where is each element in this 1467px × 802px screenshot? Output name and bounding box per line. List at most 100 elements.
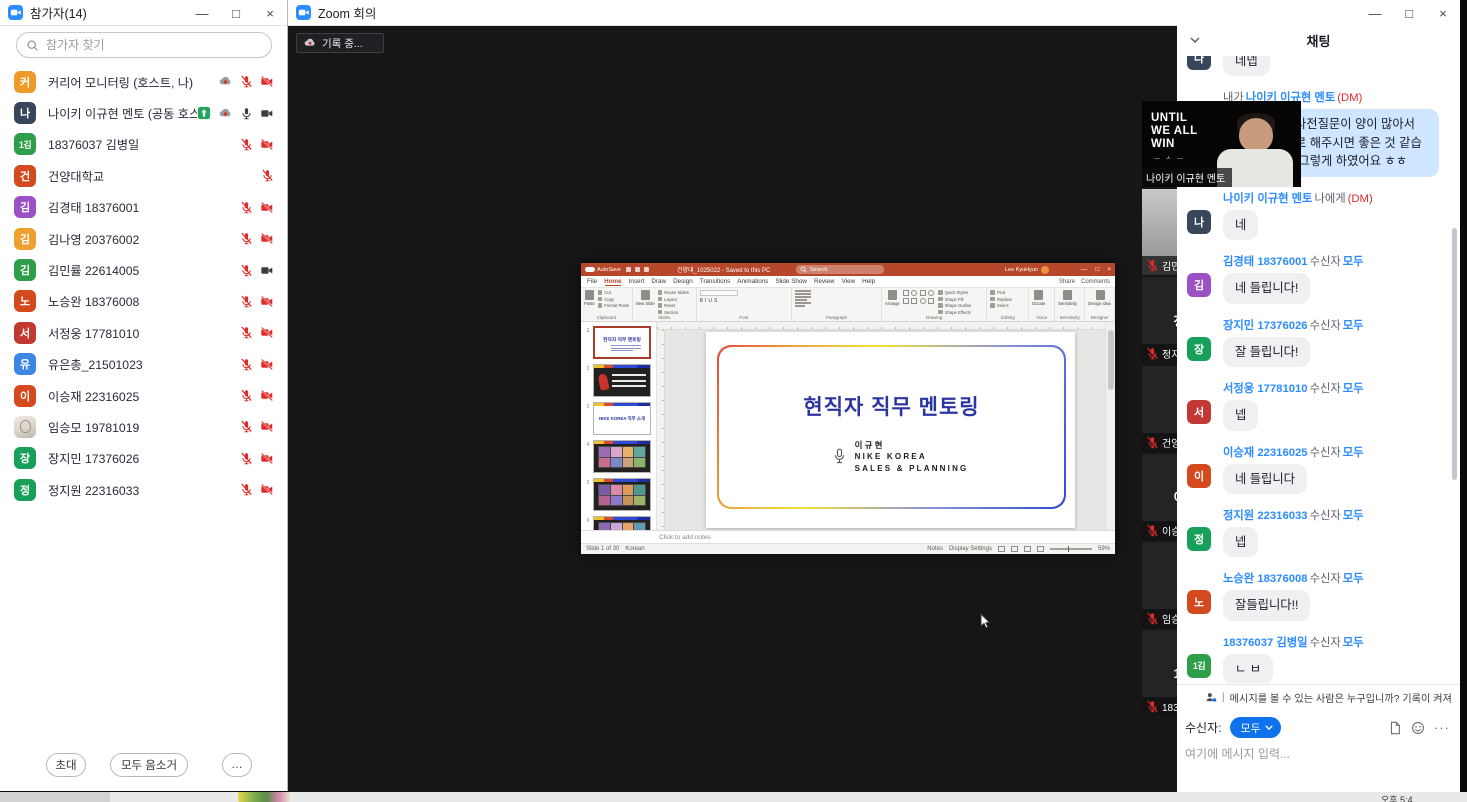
chat-message[interactable]: 정지원 22316033수신자모두정넵	[1187, 507, 1439, 557]
participant-row[interactable]: 서서정웅 17781010	[0, 317, 288, 348]
ribbon-button-reset[interactable]: Reset	[658, 303, 689, 308]
recording-indicator[interactable]: 기록 중...	[296, 33, 384, 53]
ribbon-button-find[interactable]: Find	[990, 290, 1012, 295]
ribbon-button-format-painter[interactable]: Format Painter	[598, 303, 629, 308]
ribbon-button-new-slide[interactable]: New Slide	[636, 290, 655, 306]
ppt-user[interactable]: Lee KyuHyun	[1005, 266, 1049, 274]
ribbon-tab-home[interactable]: Home	[604, 278, 622, 285]
normal-view-icon[interactable]	[998, 546, 1005, 552]
close-button[interactable]: ×	[1426, 0, 1460, 26]
paragraph-controls[interactable]	[795, 290, 811, 307]
chat-more-icon[interactable]: ···	[1434, 720, 1450, 735]
redo-icon[interactable]	[644, 267, 649, 272]
font-style-s[interactable]: S	[714, 298, 717, 304]
ribbon-tab-slide-show[interactable]: Slide Show	[775, 278, 807, 285]
ribbon-button-sensitivity[interactable]: Sensitivity	[1058, 290, 1077, 306]
ribbon-tab-transitions[interactable]: Transitions	[700, 278, 731, 285]
font-style-u[interactable]: U	[708, 298, 712, 304]
slide-thumbnail-5[interactable]: 5	[583, 478, 653, 511]
participant-search-box[interactable]	[16, 32, 272, 58]
chat-privacy-note[interactable]: | 메시지를 볼 수 있는 사람은 누구입니까? 기록이 켜져	[1177, 690, 1460, 705]
slide-sorter-view-icon[interactable]	[1011, 546, 1018, 552]
notes-pane[interactable]: Click to add notes	[581, 530, 1115, 543]
ppt-minimize-button[interactable]: —	[1081, 266, 1088, 273]
chevron-down-icon[interactable]	[1190, 37, 1200, 43]
minimize-button[interactable]: —	[1358, 0, 1392, 26]
ribbon-tab-view[interactable]: View	[842, 278, 856, 285]
slide-thumbnail-3[interactable]: 3NIKE KOREA 직무 소개	[583, 402, 653, 435]
save-icon[interactable]	[626, 267, 631, 272]
autosave-toggle[interactable]	[585, 267, 595, 272]
ppt-maximize-button[interactable]: □	[1095, 266, 1099, 273]
ribbon-button-cut[interactable]: Cut	[598, 290, 629, 295]
zoom-percentage[interactable]: 59%	[1098, 546, 1110, 552]
slide-thumbnail-6[interactable]: 6	[583, 516, 653, 530]
ribbon-tab-animations[interactable]: Animations	[737, 278, 768, 285]
participant-row[interactable]: 임승모 19781019	[0, 411, 288, 442]
ribbon-tab-insert[interactable]: Insert	[629, 278, 645, 285]
participant-row[interactable]: 노노승완 18376008	[0, 286, 288, 317]
slide-thumbnail-1[interactable]: 1현직자 직무 멘토링	[583, 326, 653, 359]
participant-search-input[interactable]	[46, 38, 246, 52]
ribbon-button-paste[interactable]: Paste	[584, 290, 595, 306]
notes-toggle[interactable]: Notes	[927, 546, 943, 552]
participant-row[interactable]: 유유은총_21501023	[0, 349, 288, 380]
maximize-button[interactable]: □	[1392, 0, 1426, 26]
chat-message[interactable]: 노승완 18376008수신자모두노잘들립니다!!	[1187, 570, 1439, 620]
font-name-select[interactable]	[700, 290, 738, 296]
send-to-dropdown[interactable]: 모두	[1230, 717, 1280, 738]
undo-icon[interactable]	[635, 267, 640, 272]
participant-row[interactable]: 김김민률 22614005	[0, 254, 288, 285]
ribbon-tab-help[interactable]: Help	[862, 278, 875, 285]
ppt-close-button[interactable]: ×	[1107, 266, 1111, 273]
ribbon-tab-design[interactable]: Design	[673, 278, 693, 285]
ribbon-button-copy[interactable]: Copy	[598, 297, 629, 302]
ribbon-tab-draw[interactable]: Draw	[651, 278, 666, 285]
ribbon-button-arrange[interactable]: Arrange	[885, 290, 900, 306]
chat-scrollbar[interactable]	[1452, 228, 1457, 480]
participant-row[interactable]: 장장지민 17376026	[0, 443, 288, 474]
participant-row[interactable]: 건건양대학교	[0, 160, 288, 191]
participant-row[interactable]: 커커리어 모니터링 (호스트, 나)	[0, 66, 288, 97]
shape-gallery[interactable]	[903, 290, 936, 304]
chat-message[interactable]: 서정웅 17781010수신자모두서넵	[1187, 380, 1439, 430]
chat-message-input[interactable]	[1185, 747, 1435, 761]
ribbon-button-replace[interactable]: Replace	[990, 297, 1012, 302]
participant-row[interactable]: 정정지원 22316033	[0, 474, 288, 505]
ribbon-button-shape-outline[interactable]: Shape Outline	[938, 303, 971, 308]
slide-thumbnail-4[interactable]: 4	[583, 440, 653, 473]
chat-message[interactable]: 나이키 이규현 멘토나에게(DM)나네	[1187, 190, 1439, 240]
chat-message[interactable]: 장지민 17376026수신자모두장잘 들립니다!	[1187, 317, 1439, 367]
font-style-b[interactable]: B	[700, 298, 703, 304]
ppt-search-box[interactable]: Search	[796, 265, 884, 274]
ribbon-button-layout[interactable]: Layout	[658, 297, 689, 302]
ppt-comments-button[interactable]: Comments	[1081, 279, 1110, 285]
language-indicator[interactable]: Korean	[625, 546, 644, 552]
participant-row[interactable]: 김김경태 18376001	[0, 192, 288, 223]
display-settings-button[interactable]: Display Settings	[949, 546, 992, 552]
slideshow-view-icon[interactable]	[1037, 546, 1044, 552]
chat-message[interactable]: 나네넵	[1187, 56, 1439, 76]
current-slide[interactable]: 현직자 직무 멘토링 이규현 NIKE KOREA SALES & PLANNI…	[706, 332, 1075, 528]
ribbon-button-design-ideas[interactable]: Design Ideas	[1088, 290, 1111, 306]
ribbon-tab-file[interactable]: File	[587, 278, 597, 285]
participant-row[interactable]: 김김나영 20376002	[0, 223, 288, 254]
chat-message[interactable]: 이승재 22316025수신자모두이네 들립니다	[1187, 444, 1439, 494]
participant-row[interactable]: 1김18376037 김병일	[0, 129, 288, 160]
font-style-i[interactable]: I	[705, 298, 706, 304]
more-options-button[interactable]: …	[222, 753, 252, 777]
ribbon-button-select[interactable]: Select	[990, 303, 1012, 308]
ribbon-button-dictate[interactable]: Dictate	[1032, 290, 1045, 306]
zoom-slider[interactable]	[1050, 548, 1092, 550]
close-button[interactable]: ×	[253, 0, 287, 26]
video-tile[interactable]: UNTILWE ALLWIN— ㅅ —나이키 이규현 멘토	[1142, 101, 1301, 187]
ribbon-button-section[interactable]: Section	[658, 310, 689, 315]
ribbon-tab-review[interactable]: Review	[814, 278, 835, 285]
taskbar-weather-widget[interactable]	[238, 792, 290, 802]
slide-thumbnail-2[interactable]: 2	[583, 364, 653, 397]
ppt-share-button[interactable]: Share	[1059, 279, 1075, 285]
file-attach-icon[interactable]	[1388, 721, 1402, 735]
mute-all-button[interactable]: 모두 음소거	[110, 753, 188, 777]
minimize-button[interactable]: —	[185, 0, 219, 26]
reading-view-icon[interactable]	[1024, 546, 1031, 552]
